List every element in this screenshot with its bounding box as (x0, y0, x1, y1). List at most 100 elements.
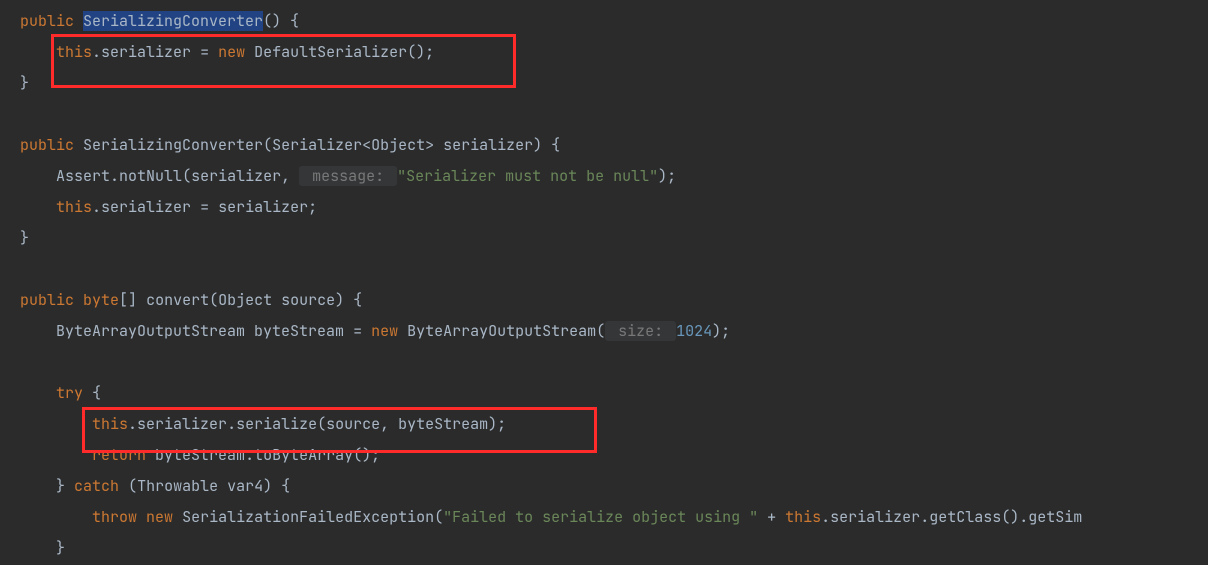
code-token: . (128, 414, 137, 434)
code-token: } (20, 228, 29, 248)
code-token: . (110, 166, 119, 186)
code-token: SerializationFailedException (182, 507, 434, 527)
code-token: "Failed to serialize object using " (443, 507, 758, 527)
code-token: ( (182, 166, 191, 186)
code-token: Object (371, 135, 425, 155)
code-token: > (425, 135, 443, 155)
code-token: , (281, 166, 299, 186)
code-line[interactable]: try { (0, 378, 1208, 409)
code-token: serializer (443, 135, 533, 155)
code-line[interactable]: public SerializingConverter() { (0, 6, 1208, 37)
code-line[interactable]: public byte[] convert(Object source) { (0, 285, 1208, 316)
code-token: toByteArray (254, 445, 353, 465)
code-token: ); (712, 321, 730, 341)
code-token: ); (488, 414, 506, 434)
code-token: return (92, 445, 146, 465)
code-token: { (83, 383, 101, 403)
code-line[interactable]: Assert.notNull(serializer, message: "Ser… (0, 161, 1208, 192)
code-token: serializer (137, 414, 227, 434)
code-editor[interactable]: public SerializingConverter() { this.ser… (0, 0, 1208, 565)
code-token: public (20, 135, 74, 155)
code-token: } (56, 476, 74, 496)
code-token: this (92, 414, 128, 434)
code-line[interactable] (0, 99, 1208, 130)
code-token: [] (119, 290, 146, 310)
code-token: ( (317, 414, 326, 434)
code-token: ByteArrayOutputStream (407, 321, 596, 341)
code-token (146, 445, 155, 465)
code-token: ( (119, 476, 137, 496)
code-line[interactable]: this.serializer = new DefaultSerializer(… (0, 37, 1208, 68)
code-token: . (245, 445, 254, 465)
code-token: public (20, 290, 74, 310)
code-token: . (821, 507, 830, 527)
code-token: serializer (218, 197, 308, 217)
code-token: (); (407, 42, 434, 62)
code-line[interactable]: } (0, 533, 1208, 564)
code-token: byteStream (254, 321, 344, 341)
code-token: this (56, 42, 92, 62)
code-token: var4 (227, 476, 263, 496)
code-token: throw (92, 507, 137, 527)
code-line[interactable] (0, 347, 1208, 378)
code-line[interactable]: public SerializingConverter(Serializer<O… (0, 130, 1208, 161)
code-token: new (146, 507, 173, 527)
code-token: this (56, 197, 92, 217)
code-token: catch (74, 476, 119, 496)
code-token (137, 507, 146, 527)
code-token: ) { (335, 290, 362, 310)
code-token: ( (434, 507, 443, 527)
code-token: ) { (533, 135, 560, 155)
code-token: try (56, 383, 83, 403)
code-token: byte (83, 290, 119, 310)
code-token: (). (1001, 507, 1028, 527)
code-token: . (920, 507, 929, 527)
code-token: + (758, 507, 785, 527)
code-token: byteStream (155, 445, 245, 465)
code-token: "Serializer must not be null" (397, 166, 658, 186)
code-token: . (92, 197, 101, 217)
code-line[interactable]: ByteArrayOutputStream byteStream = new B… (0, 316, 1208, 347)
code-token: getSim (1028, 507, 1082, 527)
code-token: < (362, 135, 371, 155)
code-token: SerializingConverter (83, 11, 263, 31)
code-token: . (227, 414, 236, 434)
code-token: () { (263, 11, 299, 31)
code-line[interactable]: this.serializer = serializer; (0, 192, 1208, 223)
code-token: serializer (101, 197, 191, 217)
code-token: ) { (263, 476, 290, 496)
code-token: Assert (56, 166, 110, 186)
code-token: SerializingConverter (83, 135, 263, 155)
code-token: notNull (119, 166, 182, 186)
code-token: byteStream (398, 414, 488, 434)
code-token (272, 290, 281, 310)
code-token: . (92, 42, 101, 62)
code-token (74, 11, 83, 31)
code-token: ( (209, 290, 218, 310)
code-line[interactable] (0, 254, 1208, 285)
code-token: = (191, 197, 218, 217)
code-token: size: (605, 321, 676, 341)
code-token: serializer (101, 42, 191, 62)
code-line[interactable]: throw new SerializationFailedException("… (0, 502, 1208, 533)
code-line[interactable]: this.serializer.serialize(source, byteSt… (0, 409, 1208, 440)
code-line[interactable]: } (0, 68, 1208, 99)
code-token: ( (263, 135, 272, 155)
code-token: message: (299, 166, 397, 186)
code-line[interactable]: } (0, 223, 1208, 254)
code-token: Serializer (272, 135, 362, 155)
code-token: ByteArrayOutputStream (56, 321, 245, 341)
code-token: this (785, 507, 821, 527)
code-token (398, 321, 407, 341)
code-token: ; (308, 197, 317, 217)
code-line[interactable]: return byteStream.toByteArray(); (0, 440, 1208, 471)
code-token: serializer (191, 166, 281, 186)
code-token: source (281, 290, 335, 310)
code-token: serializer (830, 507, 920, 527)
code-token: getClass (929, 507, 1001, 527)
code-token: new (371, 321, 398, 341)
code-line[interactable]: } catch (Throwable var4) { (0, 471, 1208, 502)
code-token (173, 507, 182, 527)
code-token: = (191, 42, 218, 62)
code-token: , (380, 414, 398, 434)
